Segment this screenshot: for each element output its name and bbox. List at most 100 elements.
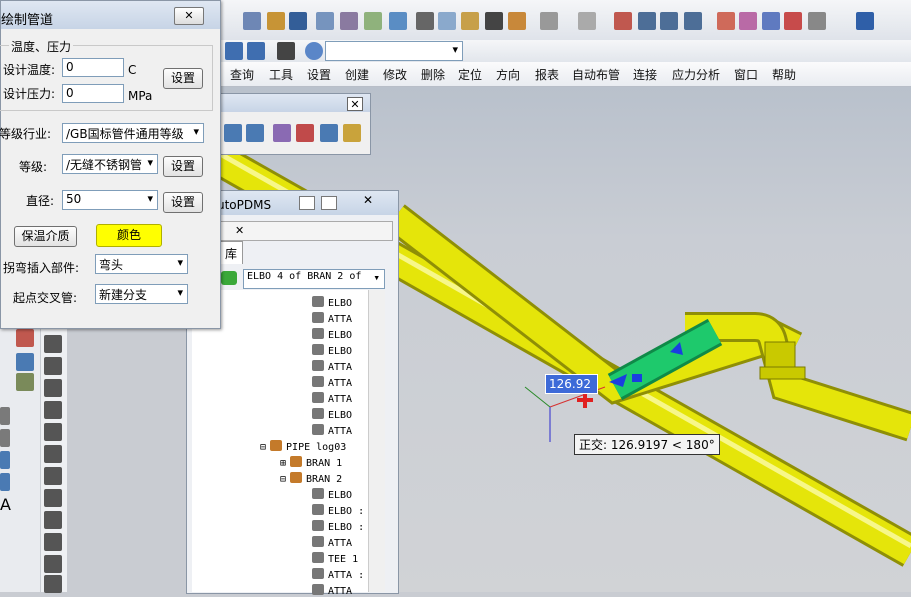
redo-icon[interactable] [578, 12, 596, 30]
rotate-icon[interactable] [16, 373, 34, 391]
menu-auto-route[interactable]: 自动布管 [572, 66, 620, 83]
gasket-icon[interactable] [44, 401, 62, 419]
list-item[interactable]: ATTA [328, 378, 352, 389]
maximize-icon[interactable] [321, 196, 337, 210]
instrument-icon[interactable] [44, 467, 62, 485]
diameter-select[interactable]: 50 [62, 190, 158, 210]
list-item[interactable]: TEE 1 [328, 554, 358, 565]
menu-direction[interactable]: 方向 [496, 66, 520, 83]
align-icon[interactable] [0, 407, 10, 425]
move-icon[interactable] [16, 353, 34, 371]
tree-view[interactable]: ELBO ATTA ELBO ELBO ATTA ATTA ATTA ELBO … [192, 290, 385, 597]
grade-settings-button[interactable]: 设置 [163, 156, 203, 177]
dimension-input[interactable]: 126.92 [545, 374, 598, 394]
go-icon[interactable] [221, 271, 237, 285]
text-icon[interactable]: A [0, 495, 11, 514]
menu-report[interactable]: 报表 [535, 66, 559, 83]
pipe-tool-icon[interactable] [614, 12, 632, 30]
bend-select[interactable]: 弯头 [95, 254, 188, 274]
navigate-icon[interactable] [305, 42, 323, 60]
start-branch-select[interactable]: 新建分支 [95, 284, 188, 304]
shape-icon[interactable] [739, 12, 757, 30]
measure-icon[interactable] [717, 12, 735, 30]
support-icon[interactable] [44, 445, 62, 463]
tool-icon-2[interactable] [246, 124, 264, 142]
zoom-icon[interactable] [364, 12, 382, 30]
insulation-button[interactable]: 保温介质 [14, 226, 77, 247]
diameter-settings-button[interactable]: 设置 [163, 192, 203, 213]
list-item[interactable]: ELBO : [328, 522, 364, 533]
print-icon[interactable] [316, 12, 334, 30]
flange-icon[interactable] [44, 335, 62, 353]
close-icon[interactable]: ✕ [347, 97, 363, 111]
tree-scrollbar[interactable] [368, 290, 385, 592]
list-item[interactable]: ATTA [328, 314, 352, 325]
report-icon[interactable] [784, 12, 802, 30]
menu-stress[interactable]: 应力分析 [672, 66, 720, 83]
menu-query[interactable]: 查询 [230, 66, 254, 83]
tee-tool-icon[interactable] [44, 489, 62, 507]
color-button[interactable]: 颜色 [96, 224, 162, 247]
camera-icon[interactable] [277, 42, 295, 60]
preview-icon[interactable] [340, 12, 358, 30]
list-item[interactable]: ATTA [328, 538, 352, 549]
list-item[interactable]: ELBO : [328, 506, 364, 517]
valve-icon[interactable] [44, 357, 62, 375]
close-tab-icon[interactable]: ✕ [235, 224, 244, 237]
reducer-icon[interactable] [44, 379, 62, 397]
list-item[interactable]: ATTA [328, 426, 352, 437]
cut-icon[interactable] [416, 12, 434, 30]
calculator-icon[interactable] [808, 12, 826, 30]
grade-select[interactable]: /无缝不锈钢管 [62, 154, 158, 174]
grid-icon[interactable] [0, 473, 10, 491]
layer-side-icon[interactable] [0, 451, 10, 469]
menu-create[interactable]: 创建 [345, 66, 369, 83]
tool-icon-5[interactable] [320, 124, 338, 142]
tool-icon-3[interactable] [273, 124, 291, 142]
blind-icon[interactable] [44, 555, 62, 573]
list-item[interactable]: PIPE log03 [286, 442, 346, 453]
open-folder-icon[interactable] [267, 12, 285, 30]
coupling-icon[interactable] [44, 511, 62, 529]
list-item[interactable]: ATTA : [328, 570, 364, 581]
view-iso-icon[interactable] [225, 42, 243, 60]
menu-locate[interactable]: 定位 [458, 66, 482, 83]
save-icon[interactable] [289, 12, 307, 30]
tool-icon-1[interactable] [224, 124, 242, 142]
list-item[interactable]: ATTA [328, 394, 352, 405]
select-icon[interactable] [16, 329, 34, 347]
list-item[interactable]: ELBO [328, 410, 352, 421]
pressure-input[interactable]: 0 [62, 84, 124, 103]
element-selector[interactable]: ELBO 4 of BRAN 2 of [243, 269, 385, 289]
new-file-icon[interactable] [243, 12, 261, 30]
copy-icon[interactable] [438, 12, 456, 30]
tool-icon-6[interactable] [343, 124, 361, 142]
menu-window[interactable]: 窗口 [734, 66, 758, 83]
temp-input[interactable]: 0 [62, 58, 124, 77]
globe-icon[interactable] [389, 12, 407, 30]
tool-icon-4[interactable] [296, 124, 314, 142]
list-item[interactable]: ELBO [328, 298, 352, 309]
industry-select[interactable]: /GB国标管件通用等级 [62, 123, 204, 143]
list-item[interactable]: ELBO [328, 330, 352, 341]
menu-modify[interactable]: 修改 [383, 66, 407, 83]
view-front-icon[interactable] [247, 42, 265, 60]
list-item[interactable]: BRAN 2 [306, 474, 342, 485]
cross-icon[interactable] [44, 575, 62, 593]
close-icon[interactable]: ✕ [357, 193, 379, 209]
list-item[interactable]: ATTA [328, 362, 352, 373]
help-icon[interactable] [856, 12, 874, 30]
undo-icon[interactable] [540, 12, 558, 30]
menu-connect[interactable]: 连接 [633, 66, 657, 83]
zoom-fit-icon[interactable] [684, 12, 702, 30]
menu-settings[interactable]: 设置 [307, 66, 331, 83]
menu-delete[interactable]: 删除 [421, 66, 445, 83]
brush-icon[interactable] [508, 12, 526, 30]
pen-icon[interactable] [485, 12, 503, 30]
minimize-icon[interactable] [299, 196, 315, 210]
list-item[interactable]: ELBO [328, 490, 352, 501]
menu-tools[interactable]: 工具 [269, 66, 293, 83]
paste-icon[interactable] [461, 12, 479, 30]
zoom-in-icon[interactable] [638, 12, 656, 30]
list-item[interactable]: BRAN 1 [306, 458, 342, 469]
